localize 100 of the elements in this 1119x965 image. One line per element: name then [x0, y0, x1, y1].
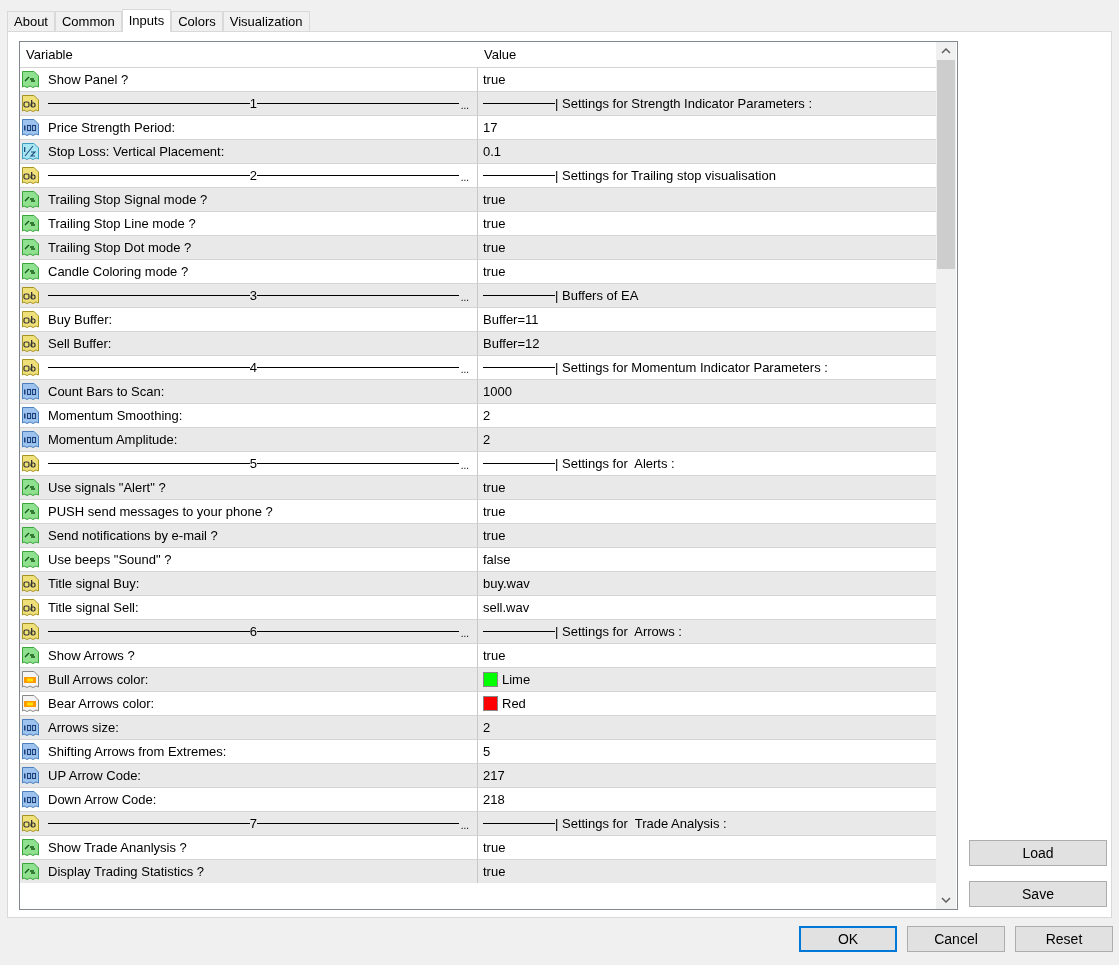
text-icon	[21, 166, 40, 185]
number-icon	[21, 742, 40, 761]
value-cell[interactable]: true	[483, 861, 506, 882]
scroll-up-icon[interactable]	[941, 48, 951, 54]
value-cell[interactable]: Buffer=11	[483, 309, 539, 330]
section-number: 3	[249, 286, 257, 305]
scroll-down-icon[interactable]	[941, 897, 951, 903]
text-icon	[21, 94, 40, 113]
side-button[interactable]: Load	[969, 840, 1107, 866]
value-cell[interactable]: Lime	[502, 669, 531, 690]
tab[interactable]: About	[7, 11, 55, 31]
value-cell[interactable]: false	[483, 549, 511, 570]
section-title: | Settings for Trailing stop visualisation	[555, 166, 776, 185]
text-icon	[21, 814, 40, 833]
value-cell[interactable]: 2	[483, 405, 491, 426]
ellipsis: ...	[460, 363, 469, 378]
tab[interactable]: Visualization	[222, 11, 310, 31]
text-icon	[21, 310, 40, 329]
value-cell[interactable]: true	[483, 837, 506, 858]
section-number: 1	[249, 94, 257, 113]
value-cell[interactable]: Buffer=12	[483, 333, 540, 354]
value-cell[interactable]: 2	[483, 717, 491, 738]
column-header[interactable]: Value	[484, 46, 517, 62]
number-icon	[21, 382, 40, 401]
column-header[interactable]: Variable	[26, 46, 73, 62]
variable-name: Show Panel ?	[48, 70, 129, 89]
tab[interactable]: Inputs	[121, 9, 172, 32]
variable-name: Trailing Stop Signal mode ?	[48, 190, 208, 209]
value-cell[interactable]: true	[483, 237, 506, 258]
variable-name: Title signal Sell:	[48, 598, 139, 617]
value-cell[interactable]: 17	[483, 117, 498, 138]
number-icon	[21, 790, 40, 809]
variable-name: Bull Arrows color:	[48, 670, 149, 689]
value-cell[interactable]: 217	[483, 765, 505, 786]
fraction-icon	[21, 142, 40, 161]
value-cell[interactable]: true	[483, 477, 506, 498]
text-icon	[21, 358, 40, 377]
variable-name: Show Arrows ?	[48, 646, 135, 665]
variable-name: Count Bars to Scan:	[48, 382, 165, 401]
tab[interactable]: Colors	[171, 11, 223, 31]
scrollbar-thumb[interactable]	[937, 60, 955, 269]
variable-name: Momentum Amplitude:	[48, 430, 178, 449]
variable-name: UP Arrow Code:	[48, 766, 141, 785]
section-number: 2	[249, 166, 257, 185]
number-icon	[21, 430, 40, 449]
value-cell[interactable]: true	[483, 189, 506, 210]
text-icon	[21, 598, 40, 617]
value-cell[interactable]: true	[483, 525, 506, 546]
variable-name: Shifting Arrows from Extremes:	[48, 742, 227, 761]
variable-name: Send notifications by e-mail ?	[48, 526, 218, 545]
value-cell[interactable]: true	[483, 261, 506, 282]
bool-icon	[21, 550, 40, 569]
dialog-button[interactable]: OK	[799, 926, 897, 952]
section-title: | Settings for Trade Analysis :	[555, 814, 727, 833]
text-icon	[21, 454, 40, 473]
variable-name: Trailing Stop Dot mode ?	[48, 238, 192, 257]
value-cell[interactable]: true	[483, 501, 506, 522]
ellipsis: ...	[460, 291, 469, 306]
section-title: | Buffers of EA	[555, 286, 639, 305]
tab[interactable]: Common	[55, 11, 122, 31]
value-cell[interactable]: true	[483, 645, 506, 666]
ellipsis: ...	[460, 99, 469, 114]
number-icon	[21, 766, 40, 785]
value-cell[interactable]: sell.wav	[483, 597, 530, 618]
bool-icon	[21, 862, 40, 881]
bool-icon	[21, 502, 40, 521]
value-cell[interactable]: 218	[483, 789, 505, 810]
variable-name: Stop Loss: Vertical Placement:	[48, 142, 225, 161]
ellipsis: ...	[460, 627, 469, 642]
value-cell[interactable]: true	[483, 213, 506, 234]
variable-name: Down Arrow Code:	[48, 790, 157, 809]
value-cell[interactable]: 0.1	[483, 141, 502, 162]
value-cell[interactable]: true	[483, 69, 506, 90]
section-title: | Settings for Momentum Indicator Parameters :	[555, 358, 828, 377]
variable-name: Bear Arrows color:	[48, 694, 155, 713]
variable-name: Momentum Smoothing:	[48, 406, 183, 425]
value-cell[interactable]: 5	[483, 741, 491, 762]
bool-icon	[21, 526, 40, 545]
text-icon	[21, 574, 40, 593]
variable-name: Buy Buffer:	[48, 310, 113, 329]
scrollbar[interactable]	[936, 42, 956, 909]
value-cell[interactable]: 2	[483, 429, 491, 450]
side-button[interactable]: Save	[969, 881, 1107, 907]
bool-icon	[21, 238, 40, 257]
variable-name: Price Strength Period:	[48, 118, 176, 137]
variable-name: Title signal Buy:	[48, 574, 140, 593]
variable-name: Use beeps "Sound" ?	[48, 550, 172, 569]
value-cell[interactable]: Red	[502, 693, 526, 714]
section-number: 7	[249, 814, 257, 833]
ellipsis: ...	[460, 171, 469, 186]
variable-name: Show Trade Ananlysis ?	[48, 838, 187, 857]
variable-name: Trailing Stop Line mode ?	[48, 214, 196, 233]
value-cell[interactable]: 1000	[483, 381, 512, 402]
section-number: 4	[249, 358, 257, 377]
dialog-button[interactable]: Reset	[1015, 926, 1113, 952]
number-icon	[21, 718, 40, 737]
value-cell[interactable]: buy.wav	[483, 573, 530, 594]
text-icon	[21, 622, 40, 641]
bool-icon	[21, 70, 40, 89]
dialog-button[interactable]: Cancel	[907, 926, 1005, 952]
